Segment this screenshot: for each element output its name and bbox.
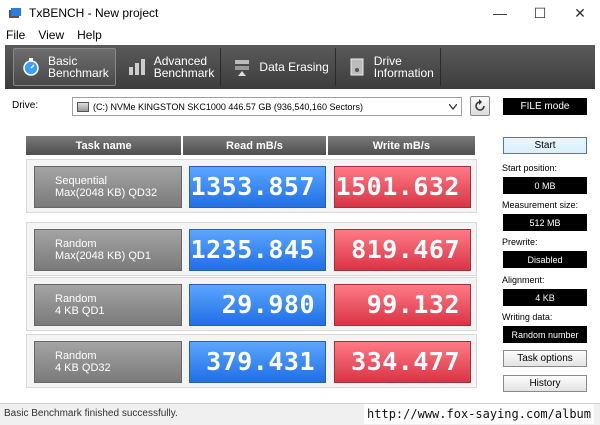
drive-selected-value: (C:) NVMe KINGSTON SKC1000 446.57 GB (93… <box>93 101 363 112</box>
header-read: Read mB/s <box>183 136 326 155</box>
start-button[interactable]: Start <box>503 137 587 154</box>
alignment-value[interactable]: 4 KB <box>503 289 587 306</box>
tab-data-erasing[interactable]: Data Erasing <box>225 48 336 86</box>
start-position-label: Start position: <box>502 163 558 173</box>
header-write: Write mB/s <box>327 136 475 155</box>
tab-basic-line2: Benchmark <box>48 66 109 80</box>
alignment-label: Alignment: <box>502 275 545 285</box>
maximize-button[interactable]: ☐ <box>520 0 560 26</box>
task-name-line2: 4 KB QD32 <box>55 362 111 374</box>
refresh-button[interactable] <box>470 96 490 116</box>
task-name-line1: Random <box>55 350 97 362</box>
read-value: 379.431 <box>189 341 326 383</box>
menu-help[interactable]: Help <box>71 28 109 42</box>
drive-dropdown[interactable]: (C:) NVMe KINGSTON SKC1000 446.57 GB (93… <box>72 97 462 116</box>
status-bar: Basic Benchmark finished successfully. h… <box>0 403 600 425</box>
hard-drive-icon <box>77 101 89 112</box>
task-name-cell[interactable]: Random 4 KB QD32 <box>34 341 182 383</box>
task-name-cell[interactable]: Random Max(2048 KB) QD1 <box>34 229 182 271</box>
main-toolbar: Basic Benchmark Advanced Benchmark Data Er… <box>5 45 595 89</box>
close-button[interactable]: ✕ <box>560 0 600 26</box>
task-name-line1: Sequential <box>55 175 107 187</box>
header-task-name: Task name <box>26 136 182 155</box>
read-value: 1235.845 <box>189 229 326 271</box>
results-table: Task name Read mB/s Write mB/s Sequentia… <box>26 136 477 390</box>
refresh-icon <box>475 99 485 111</box>
watermark-text: http://www.fox-saying.com/album <box>364 404 594 424</box>
measurement-size-value[interactable]: 512 MB <box>503 214 587 231</box>
prewrite-value[interactable]: Disabled <box>503 251 587 268</box>
drive-info-icon <box>346 56 368 78</box>
menu-view[interactable]: View <box>32 28 71 42</box>
task-options-button[interactable]: Task options <box>503 350 587 367</box>
window-title: TxBENCH - New project <box>29 6 159 20</box>
task-name-line1: Random <box>55 293 97 305</box>
history-button[interactable]: History <box>503 375 587 392</box>
mode-indicator: FILE mode <box>503 98 587 115</box>
eraser-icon <box>231 56 253 78</box>
read-value: 29.980 <box>189 284 326 326</box>
task-name-line2: 4 KB QD1 <box>55 305 105 317</box>
table-row: Random 4 KB QD32 379.431 334.477 <box>26 334 477 388</box>
task-name-line2: Max(2048 KB) QD32 <box>55 187 158 199</box>
write-value: 334.477 <box>334 341 471 383</box>
tab-drive-information[interactable]: Drive Information <box>340 48 441 86</box>
read-value: 1353.857 <box>189 166 326 208</box>
tab-basic-benchmark[interactable]: Basic Benchmark <box>13 48 116 86</box>
drive-label: Drive: <box>12 100 39 111</box>
table-row: Random Max(2048 KB) QD1 1235.845 819.467 <box>26 222 477 276</box>
write-value: 1501.632 <box>334 166 471 208</box>
app-icon <box>9 8 21 18</box>
prewrite-label: Prewrite: <box>502 237 538 247</box>
table-row: Sequential Max(2048 KB) QD32 1353.857 15… <box>26 159 477 213</box>
write-value: 819.467 <box>334 229 471 271</box>
writing-data-label: Writing data: <box>502 312 553 322</box>
task-name-cell[interactable]: Sequential Max(2048 KB) QD32 <box>34 166 182 208</box>
stopwatch-icon <box>20 56 42 78</box>
task-name-line1: Random <box>55 238 97 250</box>
tab-erasing-label: Data Erasing <box>259 60 329 74</box>
tab-advanced-benchmark[interactable]: Advanced Benchmark <box>120 48 222 86</box>
menu-file[interactable]: File <box>0 28 32 42</box>
writing-data-value[interactable]: Random number <box>503 326 587 343</box>
status-message: Basic Benchmark finished successfully. <box>4 408 178 419</box>
bar-chart-icon <box>126 56 148 78</box>
measurement-size-label: Measurement size: <box>502 200 579 210</box>
table-row: Random 4 KB QD1 29.980 99.132 <box>26 277 477 331</box>
title-bar: TxBENCH - New project — ☐ ✕ <box>0 0 600 26</box>
minimize-button[interactable]: — <box>480 0 520 26</box>
menu-bar: File View Help <box>0 26 109 43</box>
task-name-cell[interactable]: Random 4 KB QD1 <box>34 284 182 326</box>
write-value: 99.132 <box>334 284 471 326</box>
tab-advanced-line2: Benchmark <box>153 66 215 80</box>
start-position-value[interactable]: 0 MB <box>503 177 587 194</box>
tab-drive-line2: Information <box>373 66 434 80</box>
table-header: Task name Read mB/s Write mB/s <box>26 136 477 155</box>
task-name-line2: Max(2048 KB) QD1 <box>55 250 151 262</box>
chevron-down-icon <box>448 102 458 112</box>
